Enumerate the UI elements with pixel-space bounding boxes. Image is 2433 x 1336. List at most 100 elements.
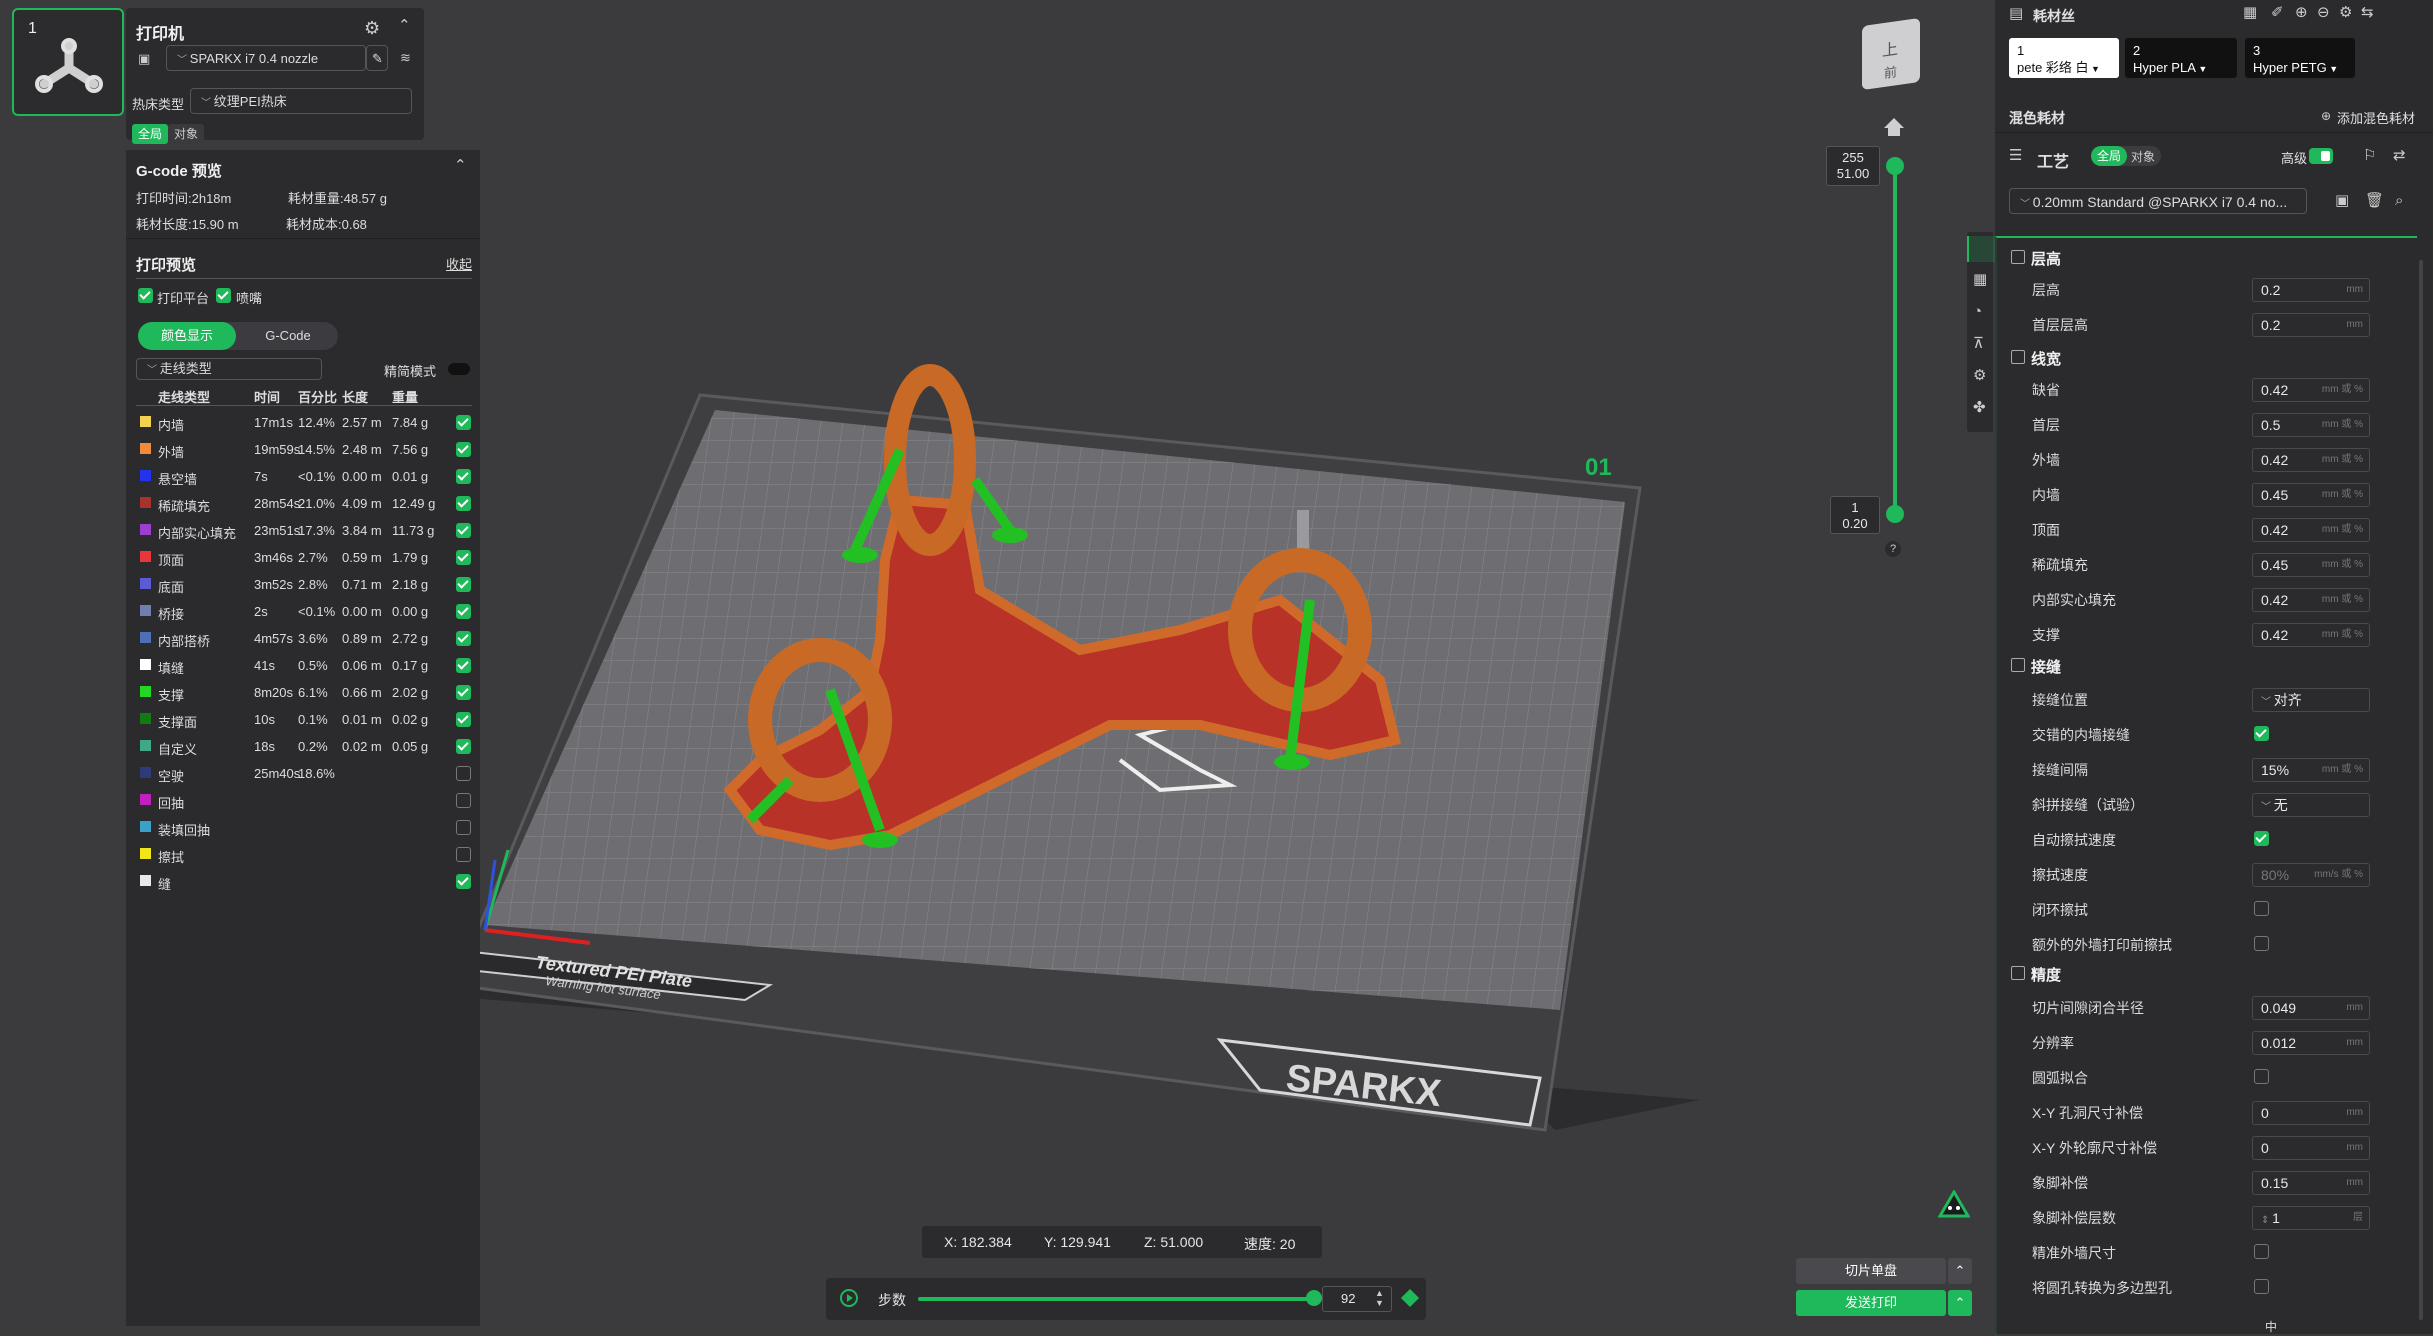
delete-icon[interactable]: 🗑 <box>2365 193 2384 209</box>
view-cube-top[interactable]: 上 <box>1882 35 1898 61</box>
printer-model-select[interactable]: ﹀ SPARKX i7 0.4 nozzle <box>166 45 366 71</box>
line-type-select[interactable]: ﹀ 走线类型 <box>136 358 322 380</box>
layer-height-input[interactable]: 0.2 mm <box>2252 278 2370 302</box>
steps-slider-track[interactable] <box>918 1297 1318 1301</box>
help-icon[interactable]: ? <box>1885 541 1901 557</box>
caret-down-icon[interactable]: ▼ <box>2196 64 2207 74</box>
bed-type-select[interactable]: ﹀ 纹理PEI热床 <box>190 88 412 114</box>
line-type-visible-checkbox[interactable] <box>456 739 471 754</box>
table-row[interactable]: 空驶 25m40s 18.6% <box>138 761 478 788</box>
edit-printer-button[interactable]: ✎ <box>366 45 388 71</box>
swap-icon[interactable]: ⇄ <box>2393 148 2406 164</box>
tab-gcode[interactable]: G-Code <box>238 322 338 350</box>
width-inner-input[interactable]: 0.45 mm 或 % <box>2252 483 2370 507</box>
layer-view-icon[interactable] <box>1400 1288 1420 1308</box>
line-type-visible-checkbox[interactable] <box>456 874 471 889</box>
width-sparse-input[interactable]: 0.45 mm 或 % <box>2252 553 2370 577</box>
scrollbar[interactable] <box>2419 260 2423 1320</box>
line-type-visible-checkbox[interactable] <box>456 496 471 511</box>
line-type-visible-checkbox[interactable] <box>456 523 471 538</box>
scarf-seam-select[interactable]: ﹀ 无 <box>2252 793 2370 817</box>
poly-hole-checkbox[interactable] <box>2254 1279 2269 1294</box>
line-type-visible-checkbox[interactable] <box>456 766 471 781</box>
line-type-visible-checkbox[interactable] <box>456 550 471 565</box>
table-row[interactable]: 支撑 8m20s 6.1% 0.66 m 2.02 g <box>138 680 478 707</box>
view-cube[interactable]: 上 前 <box>1862 17 1920 91</box>
table-row[interactable]: 底面 3m52s 2.8% 0.71 m 2.18 g <box>138 572 478 599</box>
ime-indicator[interactable]: 中 <box>2265 1318 2277 1335</box>
loop-wipe-checkbox[interactable] <box>2254 901 2269 916</box>
first-layer-height-input[interactable]: 0.2 mm <box>2252 313 2370 337</box>
line-type-visible-checkbox[interactable] <box>456 415 471 430</box>
table-row[interactable]: 外墙 19m59s 14.5% 2.48 m 7.56 g <box>138 437 478 464</box>
width-first-input[interactable]: 0.5 mm 或 % <box>2252 413 2370 437</box>
tab-others-icon[interactable]: ⚙ <box>1973 368 1986 384</box>
table-row[interactable]: 装填回抽 <box>138 815 478 842</box>
process-preset-select[interactable]: ﹀ 0.20mm Standard @SPARKX i7 0.4 no... <box>2009 188 2307 214</box>
add-mix-button[interactable]: 添加混色耗材 <box>2337 108 2415 127</box>
line-type-visible-checkbox[interactable] <box>456 577 471 592</box>
gear-icon[interactable]: ⚙ <box>364 19 380 37</box>
table-row[interactable]: 悬空墙 7s <0.1% 0.00 m 0.01 g <box>138 464 478 491</box>
line-type-visible-checkbox[interactable] <box>456 658 471 673</box>
play-button[interactable] <box>840 1289 858 1307</box>
tab-support-icon[interactable]: ⊼ <box>1973 336 1984 352</box>
xy-hole-input[interactable]: 0 mm <box>2252 1101 2370 1125</box>
width-support-input[interactable]: 0.42 mm 或 % <box>2252 623 2370 647</box>
elephant-layers-input[interactable]: ⇕ 1层 <box>2252 1206 2370 1230</box>
show-nozzle-checkbox[interactable] <box>216 288 231 303</box>
table-row[interactable]: 填缝 41s 0.5% 0.06 m 0.17 g <box>138 653 478 680</box>
line-type-visible-checkbox[interactable] <box>456 631 471 646</box>
wifi-icon[interactable]: ≋ <box>400 50 411 66</box>
layer-slider-track[interactable] <box>1893 166 1897 514</box>
line-type-visible-checkbox[interactable] <box>456 793 471 808</box>
line-type-visible-checkbox[interactable] <box>456 604 471 619</box>
tab-quality-icon[interactable] <box>1967 236 1995 262</box>
line-type-visible-checkbox[interactable] <box>456 442 471 457</box>
steps-input[interactable]: 92 ▲ ▼ <box>1322 1286 1392 1312</box>
scope-object-toggle[interactable]: 对象 <box>168 124 205 144</box>
line-type-visible-checkbox[interactable] <box>456 685 471 700</box>
table-row[interactable]: 支撑面 10s 0.1% 0.01 m 0.02 g <box>138 707 478 734</box>
width-outer-input[interactable]: 0.42 mm 或 % <box>2252 448 2370 472</box>
wipe-speed-input[interactable]: 80% mm/s 或 % <box>2252 863 2370 887</box>
home-icon[interactable] <box>1884 118 1904 128</box>
remove-icon[interactable]: ⊖ <box>2317 5 2330 21</box>
table-row[interactable]: 桥接 2s <0.1% 0.00 m 0.00 g <box>138 599 478 626</box>
seam-position-select[interactable]: ﹀ 对齐 <box>2252 688 2370 712</box>
collapse-icon[interactable]: ⌃ <box>454 158 467 174</box>
save-icon[interactable]: ▣ <box>2335 193 2349 209</box>
table-row[interactable]: 缝 <box>138 869 478 896</box>
table-row[interactable]: 内部搭桥 4m57s 3.6% 0.89 m 2.72 g <box>138 626 478 653</box>
tab-speed-icon[interactable]: ◔ <box>1973 304 1982 320</box>
settings-icon[interactable]: ⚙ <box>2339 5 2352 21</box>
compare-icon[interactable]: ⚐ <box>2363 148 2376 164</box>
elephant-foot-input[interactable]: 0.15 mm <box>2252 1171 2370 1195</box>
palette-icon[interactable]: ▦ <box>2243 5 2257 21</box>
line-type-visible-checkbox[interactable] <box>456 469 471 484</box>
auto-wipe-checkbox[interactable] <box>2254 831 2269 846</box>
line-type-visible-checkbox[interactable] <box>456 847 471 862</box>
show-plate-checkbox[interactable] <box>138 288 153 303</box>
send-print-button[interactable]: 发送打印 <box>1796 1290 1946 1316</box>
plate-thumbnail[interactable]: 1 <box>12 8 124 116</box>
layer-slider-top-handle[interactable] <box>1886 157 1904 175</box>
collapse-link[interactable]: 收起 <box>446 254 472 273</box>
filament-slot-3[interactable]: 3 Hyper PETG ▼ <box>2245 38 2355 78</box>
process-scope-object[interactable]: 对象 <box>2131 148 2155 165</box>
precise-wall-checkbox[interactable] <box>2254 1244 2269 1259</box>
filament-slot-2[interactable]: 2 Hyper PLA ▼ <box>2125 38 2237 78</box>
seam-gap-input[interactable]: 15% mm 或 % <box>2252 758 2370 782</box>
arc-fitting-checkbox[interactable] <box>2254 1069 2269 1084</box>
tab-strength-icon[interactable]: ▦ <box>1973 272 1987 288</box>
stepper-arrows-icon[interactable]: ▲ ▼ <box>1375 1288 1384 1308</box>
resolution-input[interactable]: 0.012 mm <box>2252 1031 2370 1055</box>
filament-slot-1[interactable]: 1 pete 彩络 白 ▼ <box>2009 38 2119 78</box>
xy-contour-input[interactable]: 0 mm <box>2252 1136 2370 1160</box>
slice-plate-button[interactable]: 切片单盘 <box>1796 1258 1946 1284</box>
scope-global-toggle[interactable]: 全局 <box>132 124 169 144</box>
steps-slider-handle[interactable] <box>1306 1290 1322 1306</box>
table-row[interactable]: 内部实心填充 23m51s 17.3% 3.84 m 11.73 g <box>138 518 478 545</box>
simple-mode-toggle[interactable] <box>448 363 470 375</box>
brush-icon[interactable]: ✐ <box>2271 5 2284 21</box>
